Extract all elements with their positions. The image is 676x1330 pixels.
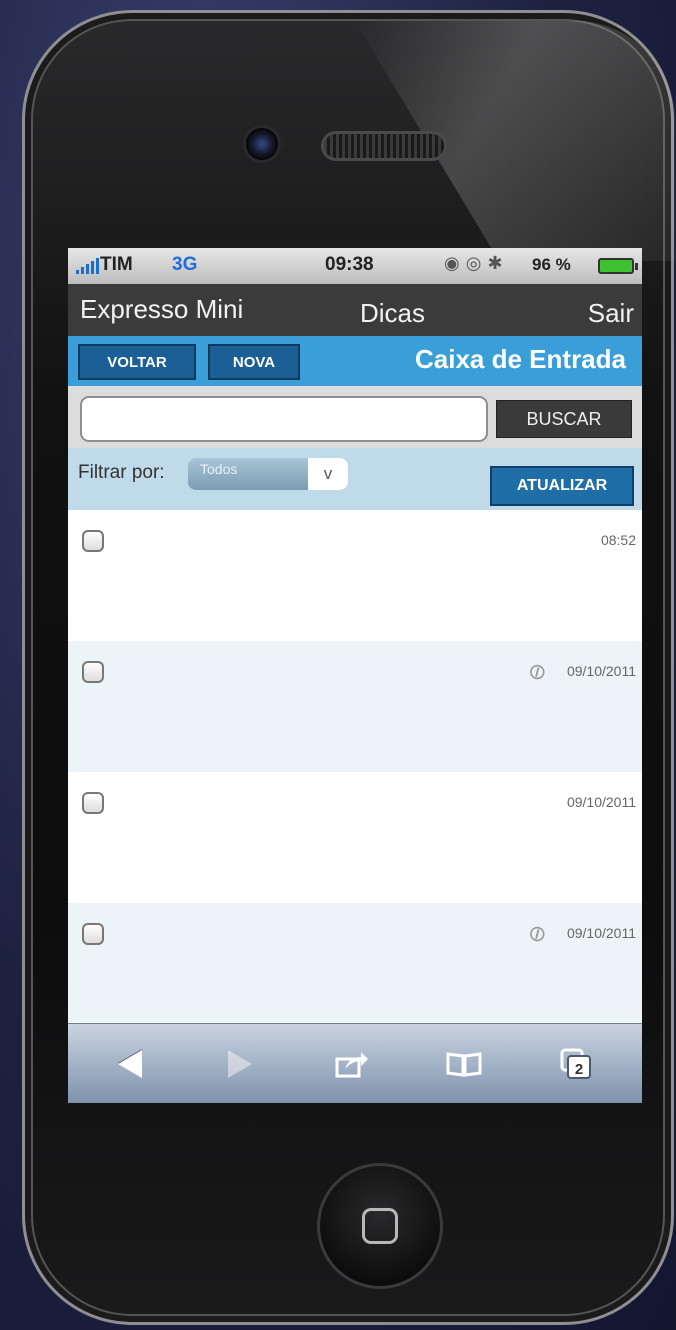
message-checkbox[interactable] [82, 530, 104, 552]
browser-toolbar: 2 [68, 1023, 642, 1103]
new-message-button[interactable]: NOVA [208, 344, 300, 380]
message-row[interactable]: 08:52 [68, 510, 642, 641]
tabs-count: 2 [575, 1061, 583, 1078]
share-icon[interactable] [330, 1042, 374, 1086]
refresh-button[interactable]: ATUALIZAR [490, 466, 634, 506]
chevron-down-icon: v [308, 458, 348, 490]
status-icons: ◉◎✱ [444, 253, 509, 274]
paperclip-icon: ⊘ [522, 656, 551, 688]
filter-label: Filtrar por: [78, 462, 165, 483]
app-title: Expresso Mini [80, 294, 244, 324]
message-row[interactable]: ⊘ 09/10/2011 [68, 641, 642, 772]
tabs-icon[interactable]: 2 [554, 1042, 598, 1086]
folder-title: Caixa de Entrada [415, 344, 626, 374]
message-date: 08:52 [600, 532, 636, 548]
search-button[interactable]: BUSCAR [496, 400, 632, 438]
alarm-icon: ◎ [465, 253, 488, 273]
status-bar: TIM 3G 09:38 ◉◎✱ 96 % [68, 248, 642, 284]
message-checkbox[interactable] [82, 792, 104, 814]
paperclip-icon: ⊘ [522, 918, 551, 950]
network-type: 3G [172, 254, 198, 275]
battery-icon [598, 258, 638, 274]
home-square-icon [362, 1208, 398, 1244]
search-input[interactable] [80, 396, 488, 442]
front-camera [243, 125, 281, 163]
battery-percent: 96 % [532, 255, 571, 274]
tips-link[interactable]: Dicas [360, 298, 425, 329]
message-date: 09/10/2011 [566, 794, 636, 810]
earpiece-speaker [321, 131, 447, 161]
home-button[interactable] [317, 1163, 443, 1289]
signal-bars-icon [76, 258, 99, 274]
message-date: 09/10/2011 [566, 663, 636, 679]
back-arrow-icon[interactable] [108, 1042, 152, 1086]
message-checkbox[interactable] [82, 661, 104, 683]
back-button[interactable]: VOLTAR [78, 344, 196, 380]
status-time: 09:38 [325, 254, 374, 275]
search-row: BUSCAR [68, 386, 642, 448]
message-row[interactable]: 09/10/2011 [68, 772, 642, 903]
carrier-name: TIM [100, 254, 133, 275]
message-checkbox[interactable] [82, 923, 104, 945]
filter-selected-value: Todos [200, 461, 238, 477]
message-date: 09/10/2011 [566, 925, 636, 941]
message-list: 08:52 ⊘ 09/10/2011 09/10/2011 ⊘ 09/10/20… [68, 510, 642, 1022]
logout-link[interactable]: Sair [588, 298, 634, 329]
app-header: Expresso Mini Dicas Sair [68, 284, 642, 336]
filter-row: Filtrar por: Todos v ATUALIZAR [68, 448, 642, 510]
bluetooth-icon: ✱ [487, 253, 509, 273]
bookmarks-icon[interactable] [442, 1042, 486, 1086]
rotation-lock-icon: ◉ [444, 253, 466, 273]
message-row[interactable]: ⊘ 09/10/2011 [68, 903, 642, 1022]
filter-select[interactable]: Todos v [188, 458, 348, 490]
folder-nav-bar: VOLTAR NOVA Caixa de Entrada [68, 336, 642, 386]
phone-screen: TIM 3G 09:38 ◉◎✱ 96 % Expresso Mini Dica… [68, 248, 642, 1103]
forward-arrow-icon[interactable] [218, 1042, 262, 1086]
